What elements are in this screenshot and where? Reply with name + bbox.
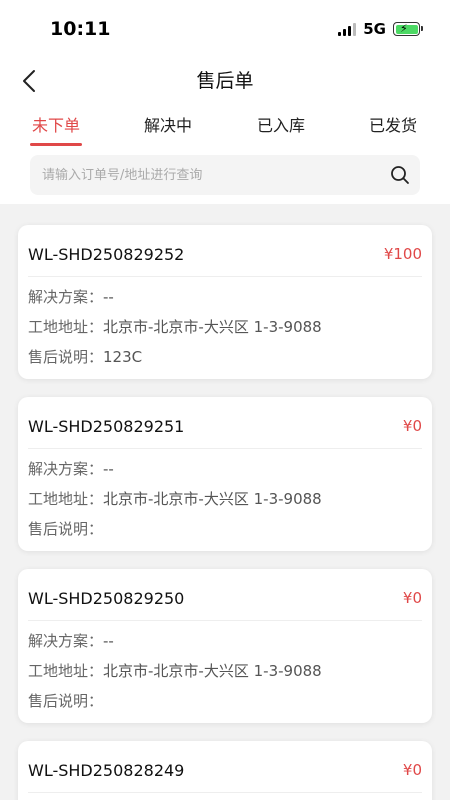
order-number: WL-SHD250828249 (28, 761, 185, 780)
order-card[interactable]: WL-SHD250829250 ¥0 解决方案：-- 工地地址：北京市-北京市-… (18, 569, 432, 723)
status-tabs: 未下单 解决中 已入库 已发货 (0, 112, 450, 152)
tab-shipped[interactable]: 已发货 (343, 112, 443, 152)
order-number: WL-SHD250829252 (28, 245, 185, 264)
tab-in-stock[interactable]: 已入库 (231, 112, 331, 152)
tab-label: 解决中 (143, 116, 192, 135)
note-label: 售后说明： (28, 520, 104, 538)
tab-label: 已发货 (368, 116, 417, 135)
address-value: 北京市-北京市-大兴区 1-3-9088 (103, 318, 322, 336)
header-area: 10:11 5G ⚡ 售后单 未下单 解决中 已入库 已发货 请输入订单号/地址… (0, 0, 450, 204)
order-amount: ¥0 (402, 761, 422, 779)
note-row: 售后说明： (28, 690, 422, 711)
card-header: WL-SHD250828249 ¥0 (28, 741, 422, 793)
note-row: 售后说明： (28, 518, 422, 539)
note-label: 售后说明： (28, 692, 104, 710)
address-label: 工地地址： (28, 490, 104, 508)
tab-active-indicator (30, 143, 82, 146)
card-header: WL-SHD250829252 ¥100 (28, 225, 422, 277)
nav-bar: 售后单 (0, 58, 450, 104)
tab-resolving[interactable]: 解决中 (118, 112, 218, 152)
order-card[interactable]: WL-SHD250829251 ¥0 解决方案：-- 工地地址：北京市-北京市-… (18, 397, 432, 551)
tab-not-ordered[interactable]: 未下单 (6, 112, 106, 152)
solution-row: 解决方案：-- (28, 458, 422, 479)
order-number: WL-SHD250829251 (28, 417, 185, 436)
address-row: 工地地址：北京市-北京市-大兴区 1-3-9088 (28, 488, 422, 509)
solution-label: 解决方案： (28, 288, 104, 306)
order-number: WL-SHD250829250 (28, 589, 185, 608)
address-label: 工地地址： (28, 318, 104, 336)
address-value: 北京市-北京市-大兴区 1-3-9088 (103, 490, 322, 508)
address-value: 北京市-北京市-大兴区 1-3-9088 (103, 662, 322, 680)
solution-value: -- (103, 288, 114, 306)
solution-row: 解决方案：-- (28, 630, 422, 651)
search-input[interactable] (30, 155, 380, 195)
solution-value: -- (103, 632, 114, 650)
address-label: 工地地址： (28, 662, 104, 680)
page-title: 售后单 (196, 70, 254, 92)
order-amount: ¥0 (402, 417, 422, 435)
solution-row: 解决方案：-- (28, 286, 422, 307)
address-row: 工地地址：北京市-北京市-大兴区 1-3-9088 (28, 660, 422, 681)
search-button[interactable] (380, 155, 420, 195)
network-type: 5G (363, 20, 386, 38)
solution-label: 解决方案： (28, 460, 104, 478)
tab-label: 未下单 (31, 116, 80, 135)
note-value: 123C (103, 348, 143, 366)
address-row: 工地地址：北京市-北京市-大兴区 1-3-9088 (28, 316, 422, 337)
card-header: WL-SHD250829251 ¥0 (28, 397, 422, 449)
status-bar: 10:11 5G ⚡ (0, 0, 450, 58)
order-card[interactable]: WL-SHD250828249 ¥0 (18, 741, 432, 800)
battery-charging-icon: ⚡ (393, 22, 423, 36)
signal-icon (338, 22, 357, 36)
note-label: 售后说明： (28, 348, 104, 366)
order-amount: ¥100 (383, 245, 422, 263)
solution-label: 解决方案： (28, 632, 104, 650)
order-amount: ¥0 (402, 589, 422, 607)
tab-label: 已入库 (256, 116, 305, 135)
solution-value: -- (103, 460, 114, 478)
status-icons: 5G ⚡ (338, 20, 423, 38)
search-icon (391, 166, 409, 184)
status-time: 10:11 (50, 18, 111, 40)
search-bar (30, 155, 420, 195)
card-header: WL-SHD250829250 ¥0 (28, 569, 422, 621)
note-row: 售后说明：123C (28, 346, 422, 367)
order-card[interactable]: WL-SHD250829252 ¥100 解决方案：-- 工地地址：北京市-北京… (18, 225, 432, 379)
